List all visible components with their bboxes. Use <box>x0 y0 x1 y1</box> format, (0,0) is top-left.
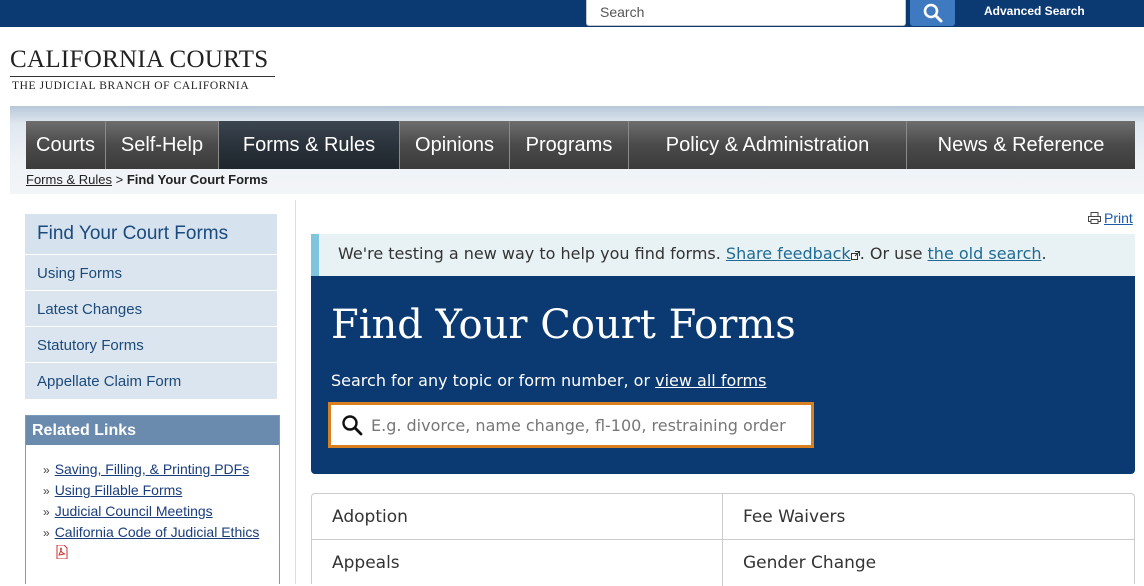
related-links-heading: Related Links <box>26 416 279 445</box>
advanced-search-link[interactable]: Advanced Search <box>984 4 1085 18</box>
notice-end: . <box>1041 244 1047 263</box>
sidebar-heading[interactable]: Find Your Court Forms <box>25 214 277 255</box>
nav-opinions[interactable]: Opinions <box>400 121 510 169</box>
nav-courts[interactable]: Courts <box>26 121 106 169</box>
list-item: » California Code of Judicial Ethics <box>43 522 279 543</box>
nav-policy-administration[interactable]: Policy & Administration <box>629 121 907 169</box>
topic-appeals[interactable]: Appeals <box>312 540 723 586</box>
bullet: » <box>43 463 50 477</box>
column-divider <box>295 200 296 584</box>
topic-gender-change[interactable]: Gender Change <box>723 540 1134 586</box>
top-bar: Search Advanced Search <box>0 0 1144 27</box>
related-links-list: » Saving, Filling, & Printing PDFs » Using… <box>43 459 279 543</box>
forms-search-box[interactable] <box>328 402 814 448</box>
nav-news-reference[interactable]: News & Reference <box>907 121 1135 169</box>
sidebar-item-latest-changes[interactable]: Latest Changes <box>25 291 277 327</box>
related-link-saving-pdfs[interactable]: Saving, Filling, & Printing PDFs <box>55 461 250 477</box>
breadcrumb-separator: > <box>115 172 124 187</box>
hero-subtitle: Search for any topic or form number, or … <box>331 371 766 390</box>
pdf-icon[interactable] <box>56 544 68 564</box>
site-logo-subtitle: THE JUDICIAL BRANCH OF CALIFORNIA <box>12 80 250 92</box>
bullet: » <box>43 526 50 540</box>
page-title: Find Your Court Forms <box>331 302 796 348</box>
view-all-forms-link[interactable]: view all forms <box>655 371 766 390</box>
old-search-link[interactable]: the old search <box>928 244 1042 263</box>
feedback-notice: We're testing a new way to help you find… <box>311 234 1135 276</box>
sidebar: Find Your Court Forms Using Forms Latest… <box>25 214 277 400</box>
related-link-fillable-forms[interactable]: Using Fillable Forms <box>55 482 183 498</box>
print-label: Print <box>1104 210 1133 226</box>
sidebar-item-appellate-claim-form[interactable]: Appellate Claim Form <box>25 363 277 400</box>
site-search-button[interactable] <box>910 0 955 26</box>
logo-divider <box>10 76 275 77</box>
topic-grid: Adoption Fee Waivers Appeals Gender Chan… <box>311 493 1135 586</box>
search-icon <box>923 3 942 23</box>
nav-self-help[interactable]: Self-Help <box>106 121 219 169</box>
main-nav: Courts Self-Help Forms & Rules Opinions … <box>26 121 1135 169</box>
breadcrumb-forms-rules[interactable]: Forms & Rules <box>26 172 112 187</box>
search-icon <box>342 415 363 436</box>
bullet: » <box>43 484 50 498</box>
notice-text: We're testing a new way to help you find… <box>338 244 721 263</box>
nav-programs[interactable]: Programs <box>510 121 629 169</box>
site-logo-title[interactable]: CALIFORNIA COURTS <box>10 47 269 73</box>
bullet: » <box>43 505 50 519</box>
printer-icon <box>1088 212 1101 224</box>
print-link[interactable]: Print <box>1088 210 1133 226</box>
list-item: » Saving, Filling, & Printing PDFs <box>43 459 279 480</box>
breadcrumb: Forms & Rules > Find Your Court Forms <box>26 172 268 187</box>
forms-search-hero: Find Your Court Forms Search for any top… <box>311 276 1135 474</box>
hero-subtitle-text: Search for any topic or form number, or <box>331 371 651 390</box>
forms-search-input[interactable] <box>371 415 791 435</box>
breadcrumb-current: Find Your Court Forms <box>126 172 268 187</box>
external-link-icon <box>850 251 860 260</box>
topic-fee-waivers[interactable]: Fee Waivers <box>723 494 1134 540</box>
related-link-council-meetings[interactable]: Judicial Council Meetings <box>55 503 213 519</box>
related-link-judicial-ethics[interactable]: California Code of Judicial Ethics <box>55 524 260 540</box>
nav-forms-rules[interactable]: Forms & Rules <box>219 121 400 169</box>
topic-adoption[interactable]: Adoption <box>312 494 723 540</box>
site-search-input[interactable]: Search <box>586 0 906 26</box>
sidebar-item-statutory-forms[interactable]: Statutory Forms <box>25 327 277 363</box>
related-links-panel: Related Links » Saving, Filling, & Printi… <box>25 415 280 584</box>
sidebar-item-using-forms[interactable]: Using Forms <box>25 255 277 291</box>
notice-middle-text: . Or use <box>859 244 923 263</box>
share-feedback-link[interactable]: Share feedback <box>726 244 851 263</box>
list-item: » Judicial Council Meetings <box>43 501 279 522</box>
list-item: » Using Fillable Forms <box>43 480 279 501</box>
